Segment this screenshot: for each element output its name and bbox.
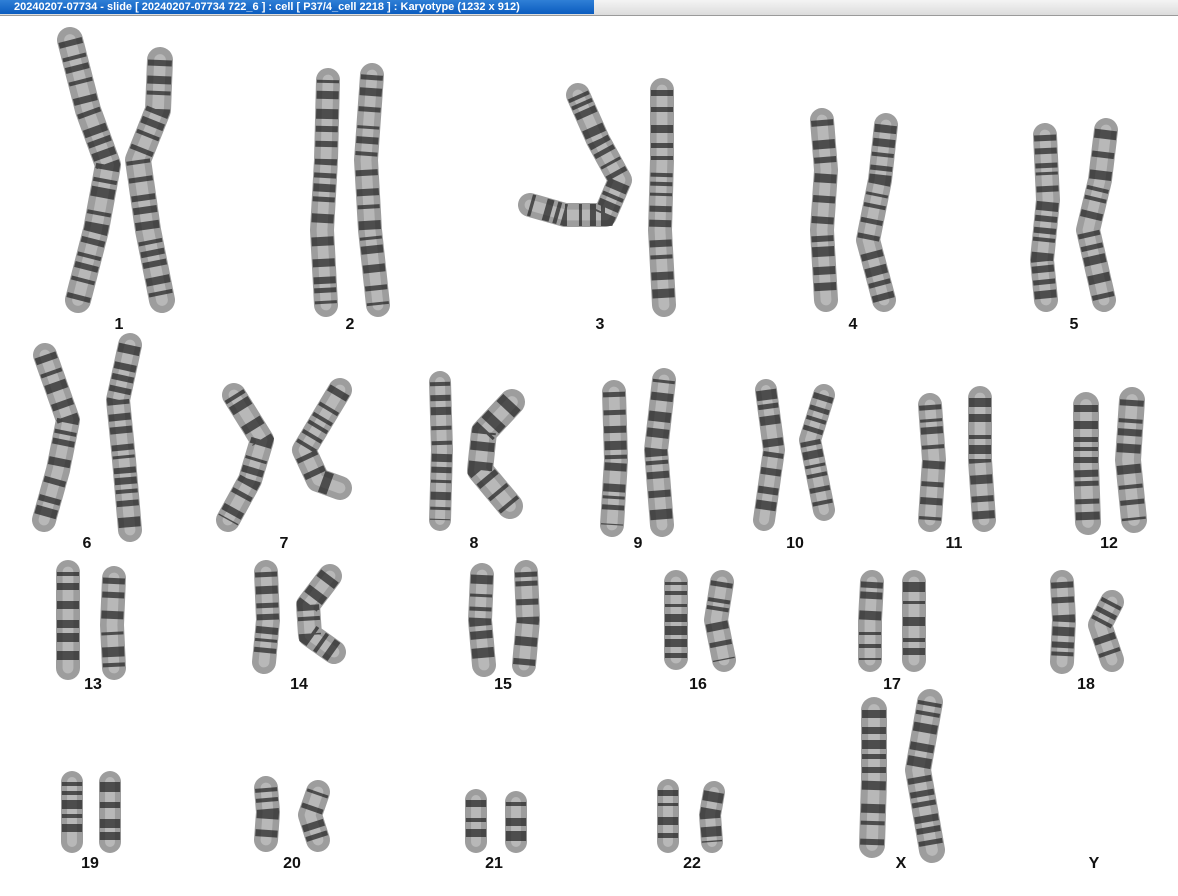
chromosome-pair-2[interactable] — [310, 63, 390, 317]
chromosome-pair-21[interactable] — [465, 789, 527, 853]
chromosome-pair-17[interactable] — [858, 570, 926, 672]
chromatid-core — [1056, 576, 1070, 668]
chromosome-pair-15[interactable] — [468, 560, 540, 677]
chromosome-label-6: 6 — [82, 535, 92, 552]
chromosome-label-14: 14 — [290, 676, 308, 693]
chromosome-label-8: 8 — [469, 535, 479, 552]
chromosome-label-20: 20 — [283, 855, 301, 872]
karyogram-panel: 1 2 3 4 5 6 7 8 9 10 11 12 13 14 15 16 17 18 19 20 21 22 X Y — [0, 16, 1178, 896]
window-title-bar: 20240207-07734 - slide [ 20240207-07734 … — [0, 0, 1178, 16]
chromosome-label-x: X — [895, 855, 907, 872]
chromosome-pair-8[interactable] — [429, 371, 525, 531]
chromosome-label-y: Y — [1088, 855, 1100, 872]
chromosome-pair-22[interactable] — [657, 779, 725, 853]
chromosome-label-7: 7 — [279, 535, 289, 552]
chromosome-label-2: 2 — [345, 316, 355, 333]
chromosome-label-15: 15 — [494, 676, 512, 693]
chromosome-pair-x[interactable] — [859, 689, 945, 863]
chromosome-label-5: 5 — [1069, 316, 1079, 333]
chromosome-pair-14[interactable] — [252, 560, 346, 674]
chromosome-bands — [699, 790, 724, 843]
chromosome-pair-6[interactable] — [32, 333, 142, 542]
chromosome-pair-16[interactable] — [664, 570, 736, 672]
chromosome-pair-5[interactable] — [1030, 118, 1118, 312]
chromosome-label-3: 3 — [595, 316, 605, 333]
chromosome-label-12: 12 — [1100, 535, 1118, 552]
chromosome-pair-7[interactable] — [216, 378, 352, 532]
chromosome-label-18: 18 — [1077, 676, 1095, 693]
chromosome-pair-10[interactable] — [753, 379, 835, 531]
chromosome-label-16: 16 — [689, 676, 707, 693]
chromosome-bands — [968, 398, 996, 521]
window-title[interactable]: 20240207-07734 - slide [ 20240207-07734 … — [0, 0, 594, 14]
chromosome-label-10: 10 — [786, 535, 804, 552]
chromosome-pair-9[interactable] — [600, 368, 676, 537]
chromosome-pair-20[interactable] — [254, 776, 330, 852]
chromosome-label-21: 21 — [485, 855, 503, 872]
chromosome-pair-1[interactable] — [57, 27, 175, 313]
chromosome-label-1: 1 — [114, 316, 124, 333]
chromosome-label-4: 4 — [848, 316, 858, 333]
chromosome-pair-4[interactable] — [810, 108, 898, 312]
chromosome-pair-3[interactable] — [518, 78, 676, 317]
chromosome-bands — [600, 391, 628, 526]
chromosome-label-22: 22 — [683, 855, 701, 872]
chromosome-label-9: 9 — [633, 535, 643, 552]
chromosome-pair-11[interactable] — [918, 386, 996, 532]
chromosome-bands — [354, 74, 389, 307]
chromosome-pair-12[interactable] — [1073, 387, 1147, 535]
chromosome-pair-13[interactable] — [56, 560, 126, 680]
chromosome-label-13: 13 — [84, 676, 102, 693]
chromosome-pair-19[interactable] — [61, 771, 121, 853]
chromosome-label-11: 11 — [945, 535, 963, 552]
chromosome-label-19: 19 — [81, 855, 99, 872]
chromosome-pair-18[interactable] — [1050, 570, 1124, 674]
chromosome-canvas — [32, 27, 1147, 863]
chromosome-label-17: 17 — [883, 676, 901, 693]
